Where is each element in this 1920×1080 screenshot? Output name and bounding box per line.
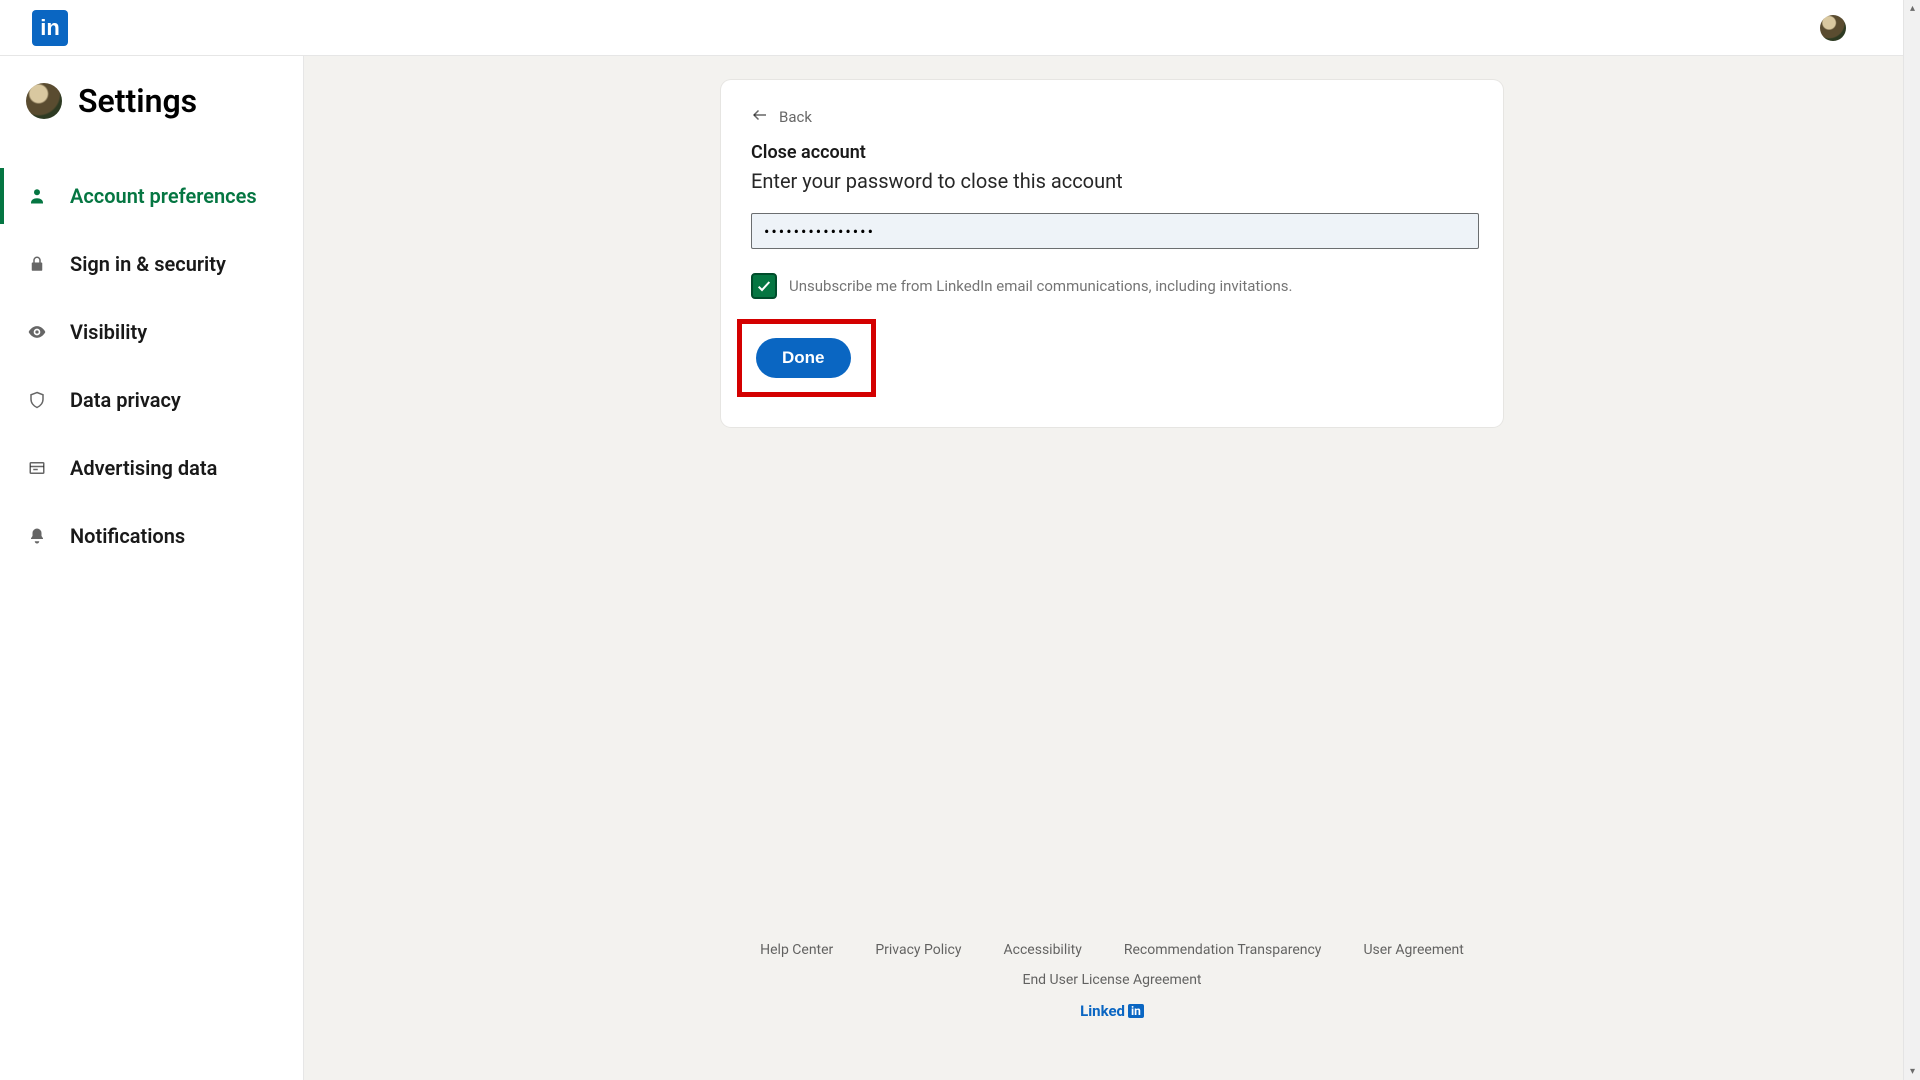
ad-icon	[26, 457, 48, 479]
password-input[interactable]: •••••••••••••••	[751, 213, 1479, 249]
unsubscribe-label: Unsubscribe me from LinkedIn email commu…	[789, 277, 1293, 295]
card-heading: Close account	[751, 142, 1473, 163]
close-account-card: Back Close account Enter your password t…	[721, 80, 1503, 427]
footer-link-user-agreement[interactable]: User Agreement	[1363, 942, 1463, 958]
footer-link-eula[interactable]: End User License Agreement	[1022, 972, 1201, 988]
highlight-box: Done	[737, 319, 876, 397]
shield-icon	[26, 389, 48, 411]
sidebar-item-data-privacy[interactable]: Data privacy	[0, 366, 303, 434]
footer-link-privacy-policy[interactable]: Privacy Policy	[875, 942, 961, 958]
page-title: Settings	[78, 82, 197, 120]
sidebar-item-visibility[interactable]: Visibility	[0, 298, 303, 366]
profile-avatar[interactable]	[1820, 15, 1846, 41]
sidebar-header: Settings	[0, 82, 303, 120]
main-content: Back Close account Enter your password t…	[304, 56, 1920, 1080]
page-footer: Help Center Privacy Policy Accessibility…	[304, 912, 1920, 1080]
arrow-left-icon	[751, 106, 769, 128]
footer-logo-badge: in	[1128, 1004, 1144, 1018]
footer-logo-text: Linked	[1080, 1002, 1125, 1020]
scrollbar[interactable]: ▴ ▾	[1903, 0, 1920, 1080]
footer-link-help-center[interactable]: Help Center	[760, 942, 833, 958]
back-label: Back	[779, 108, 812, 126]
eye-icon	[26, 321, 48, 343]
card-subheading: Enter your password to close this accoun…	[751, 169, 1473, 193]
sidebar-item-label: Sign in & security	[70, 252, 226, 276]
linkedin-logo-text: in	[40, 17, 60, 39]
sidebar-item-account-preferences[interactable]: Account preferences	[0, 162, 303, 230]
footer-link-recommendation-transparency[interactable]: Recommendation Transparency	[1124, 942, 1322, 958]
topbar: in	[0, 0, 1920, 56]
linkedin-logo[interactable]: in	[32, 10, 68, 46]
footer-logo[interactable]: Linkedin	[1080, 1002, 1144, 1020]
sidebar-item-sign-in-security[interactable]: Sign in & security	[0, 230, 303, 298]
back-button[interactable]: Back	[751, 106, 1473, 128]
password-value: •••••••••••••••	[764, 222, 875, 241]
sidebar-item-notifications[interactable]: Notifications	[0, 502, 303, 570]
sidebar-item-advertising-data[interactable]: Advertising data	[0, 434, 303, 502]
footer-link-accessibility[interactable]: Accessibility	[1004, 942, 1082, 958]
done-button[interactable]: Done	[756, 338, 851, 378]
page-container: Settings Account preferences Sign in & s…	[0, 56, 1920, 1080]
unsubscribe-checkbox[interactable]	[751, 273, 777, 299]
lock-icon	[26, 253, 48, 275]
footer-links-row1: Help Center Privacy Policy Accessibility…	[760, 942, 1464, 958]
bell-icon	[26, 525, 48, 547]
person-icon	[26, 185, 48, 207]
check-icon	[756, 278, 772, 294]
sidebar-item-label: Account preferences	[70, 184, 257, 208]
footer-links-row2: End User License Agreement	[1022, 972, 1201, 988]
scroll-down-icon[interactable]: ▾	[1904, 1063, 1920, 1080]
unsubscribe-row: Unsubscribe me from LinkedIn email commu…	[751, 273, 1473, 299]
sidebar-item-label: Visibility	[70, 320, 147, 344]
sidebar-item-label: Notifications	[70, 524, 185, 548]
sidebar-avatar[interactable]	[26, 83, 62, 119]
settings-sidebar: Settings Account preferences Sign in & s…	[0, 56, 304, 1080]
sidebar-item-label: Advertising data	[70, 456, 217, 480]
sidebar-item-label: Data privacy	[70, 388, 181, 412]
scroll-up-icon[interactable]: ▴	[1904, 0, 1920, 17]
